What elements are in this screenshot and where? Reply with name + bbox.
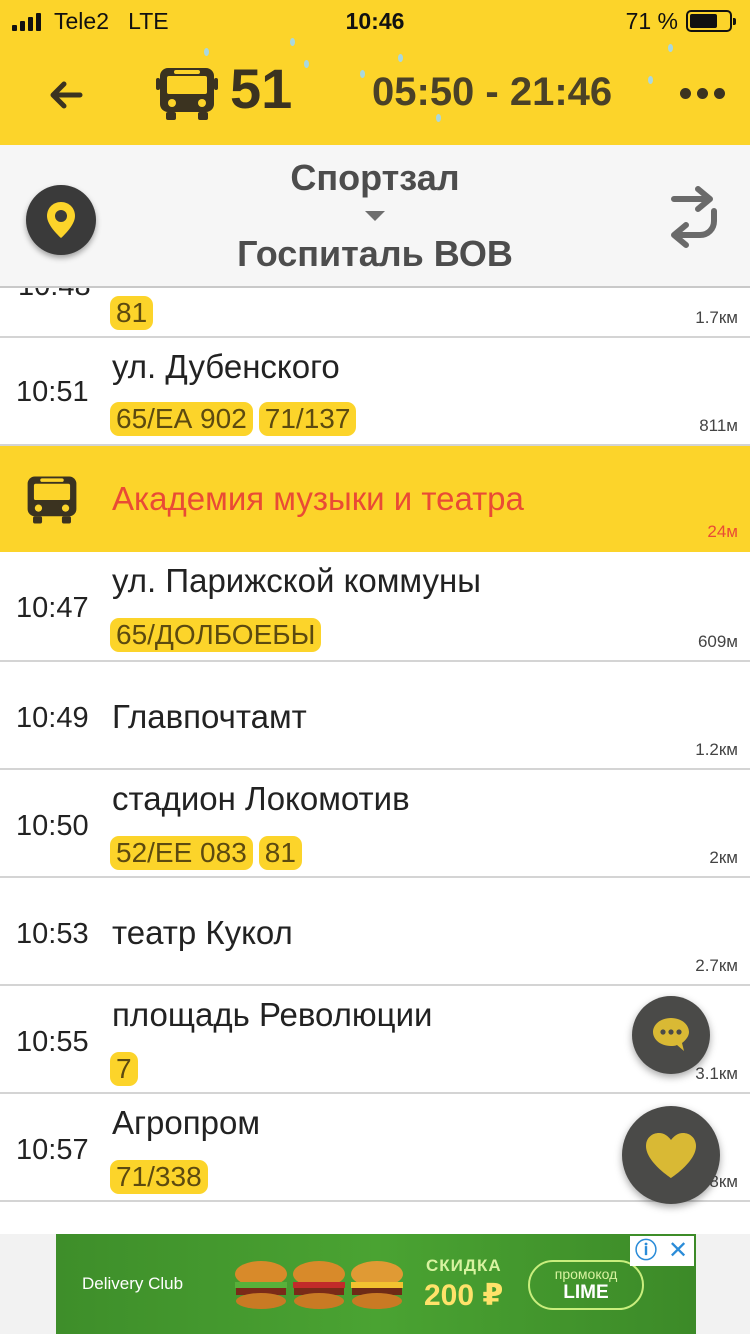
raindrop-decoration — [290, 38, 295, 46]
raindrop-decoration — [360, 70, 365, 78]
favorite-button[interactable] — [622, 1106, 720, 1204]
route-badges: 65/ДОЛБОЕБЫ — [110, 618, 322, 652]
stop-time: 10:48 — [18, 288, 91, 303]
stop-name: Академия музыки и театра — [112, 480, 524, 517]
ad-promo-label: промокод — [554, 1266, 618, 1282]
chat-bubble-icon — [653, 1018, 689, 1051]
route-badge[interactable]: 81 — [258, 836, 302, 870]
direction-bar: Спортзал Госпиталь ВОВ — [0, 145, 750, 288]
burger-image — [351, 1261, 403, 1309]
stop-time: 10:53 — [16, 918, 89, 950]
stop-name: театр Кукол — [112, 914, 293, 951]
route-badges: 81 — [110, 296, 154, 330]
stop-time: 10:57 — [16, 1134, 89, 1166]
bus-icon — [156, 68, 218, 120]
raindrop-decoration — [398, 54, 403, 62]
battery-percent: 71 % — [625, 8, 678, 34]
raindrop-decoration — [436, 114, 441, 122]
stop-distance: 24м — [707, 522, 738, 541]
header-bar: Tele2 LTE 10:46 71 % 51 05:50 - 21:46 — [0, 0, 750, 145]
raindrop-decoration — [648, 76, 653, 84]
stop-distance: 1.2км — [695, 740, 738, 759]
route-badge[interactable]: 65/ЕА 902 — [110, 402, 253, 436]
chevron-down-icon[interactable] — [365, 211, 385, 221]
ad-banner[interactable]: Delivery Club СКИДКА 200 ₽ промокод LIME — [56, 1234, 696, 1334]
route-badges: 71/338 — [110, 1160, 208, 1194]
route-badge[interactable]: 81 — [110, 296, 154, 330]
stop-row-current[interactable]: Академия музыки и театра 24м — [0, 446, 750, 552]
route-badges: 7 — [110, 1052, 138, 1086]
route-badge[interactable]: 52/ЕЕ 083 — [110, 836, 253, 870]
stop-row[interactable]: 10:48 81 1.7км — [0, 288, 750, 338]
chat-button[interactable] — [632, 996, 710, 1074]
stop-distance: 2км — [709, 848, 738, 867]
route-badges: 52/ЕЕ 083 81 — [110, 836, 302, 870]
stop-name: ул. Парижской коммуны — [112, 562, 481, 599]
ad-promo-code: LIME — [563, 1282, 609, 1303]
route-badge[interactable]: 71/137 — [258, 402, 357, 436]
swap-direction-icon[interactable] — [664, 185, 724, 249]
heart-icon — [646, 1133, 696, 1178]
stop-name: Главпочтамт — [112, 698, 307, 735]
stop-row[interactable]: 10:50 стадион Локомотив 52/ЕЕ 083 81 2км — [0, 770, 750, 878]
stop-name: ул. Дубенского — [112, 348, 340, 385]
stop-list[interactable]: 10:48 81 1.7км 10:51 ул. Дубенского 65/Е… — [0, 288, 750, 1234]
stop-row[interactable]: 10:47 ул. Парижской коммуны 65/ДОЛБОЕБЫ … — [0, 552, 750, 662]
raindrop-decoration — [204, 48, 209, 56]
burger-image — [293, 1261, 345, 1309]
operating-hours: 05:50 - 21:46 — [372, 70, 613, 114]
stop-row[interactable]: 10:49 Главпочтамт 1.2км — [0, 662, 750, 770]
stop-time: 10:51 — [16, 376, 89, 408]
stop-time: 10:47 — [16, 592, 89, 624]
stop-distance: 609м — [697, 632, 738, 651]
stop-name: площадь Революции — [112, 996, 433, 1033]
route-badges: 65/ЕА 902 71/137 — [110, 402, 357, 436]
arrow-left-icon[interactable] — [46, 76, 86, 114]
stop-distance: 1.7км — [695, 308, 738, 327]
route-badge[interactable]: 7 — [110, 1052, 138, 1086]
ad-close-icon[interactable]: ✕ — [662, 1236, 694, 1266]
stop-time: 10:49 — [16, 702, 89, 734]
ad-discount-label: СКИДКА — [426, 1256, 502, 1275]
bus-icon — [27, 476, 77, 524]
stop-distance: 3.1км — [695, 1064, 738, 1083]
stop-row[interactable]: 10:51 ул. Дубенского 65/ЕА 902 71/137 81… — [0, 338, 750, 446]
stop-distance: 2.7км — [695, 956, 738, 975]
status-bar: Tele2 LTE 10:46 71 % — [0, 0, 750, 42]
direction-from[interactable]: Спортзал — [0, 157, 750, 199]
raindrop-decoration — [668, 44, 673, 52]
stop-time: 10:50 — [16, 810, 89, 842]
route-badge[interactable]: 71/338 — [110, 1160, 208, 1194]
stop-time: 10:55 — [16, 1026, 89, 1058]
route-badge[interactable]: 65/ДОЛБОЕБЫ — [110, 618, 322, 652]
burger-image — [235, 1261, 287, 1309]
ad-promo-box: промокод LIME — [528, 1260, 644, 1310]
stop-name: стадион Локомотив — [112, 780, 410, 817]
raindrop-decoration — [304, 60, 309, 68]
stop-name: Агропром — [112, 1104, 261, 1141]
more-dots-icon[interactable] — [680, 88, 725, 99]
battery-icon — [686, 10, 736, 32]
ad-discount-amount: 200 ₽ — [424, 1279, 504, 1312]
ad-brand-logo: Delivery Club — [82, 1274, 184, 1293]
stop-row[interactable]: 10:53 театр Кукол 2.7км — [0, 878, 750, 986]
route-number: 51 — [230, 57, 293, 120]
stop-distance: 811м — [699, 416, 738, 435]
direction-to[interactable]: Госпиталь ВОВ — [0, 233, 750, 275]
ad-info-icon[interactable]: ⓘ — [630, 1236, 662, 1266]
